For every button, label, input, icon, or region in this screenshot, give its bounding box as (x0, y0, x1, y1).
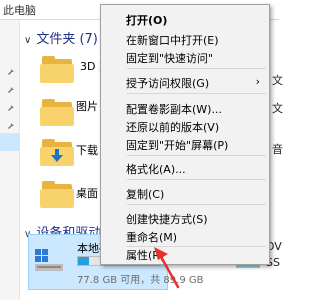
folder-icon[interactable] (40, 138, 76, 168)
menu-item-pin-quick-access[interactable]: 固定到"快速访问" (102, 47, 268, 67)
menu-separator (127, 155, 266, 156)
download-arrow-icon (50, 149, 64, 166)
nav-item[interactable] (0, 96, 20, 114)
breadcrumb[interactable]: 此电脑 (3, 2, 36, 18)
menu-separator (127, 204, 266, 205)
folder-icon[interactable] (40, 180, 76, 210)
nav-item-selected[interactable] (0, 133, 20, 151)
drive-icon (35, 249, 63, 271)
menu-item-open[interactable]: 打开(O) (102, 9, 268, 29)
drive-usage-fill (78, 257, 89, 265)
nav-item[interactable] (0, 114, 20, 132)
menu-item-pin-start[interactable]: 固定到"开始"屏幕(P) (102, 134, 268, 154)
pin-icon (7, 101, 15, 111)
menu-separator (127, 68, 266, 69)
submenu-arrow-icon: › (255, 75, 260, 88)
nav-item[interactable] (0, 60, 20, 78)
menu-item-format[interactable]: 格式化(A)... (102, 158, 268, 178)
folder-icon[interactable] (40, 55, 76, 85)
group-header-folders[interactable]: ∨ 文件夹 (7) (24, 28, 98, 47)
menu-item-copy[interactable]: 复制(C) (102, 183, 268, 203)
folder-label[interactable]: 图片 (76, 98, 98, 114)
folder-label[interactable]: 下载 (76, 142, 98, 158)
pin-icon (7, 83, 15, 93)
folder-icon[interactable] (40, 98, 76, 128)
menu-item-rename[interactable]: 重命名(M) (102, 226, 268, 246)
chevron-down-icon: ∨ (24, 35, 32, 46)
folder-label[interactable]: 音 (272, 141, 283, 157)
pin-icon (7, 119, 15, 129)
menu-separator (127, 93, 266, 94)
menu-item-open-new-window[interactable]: 在新窗口中打开(E) (102, 29, 268, 49)
pin-icon (7, 65, 15, 75)
folder-label[interactable]: 文 (272, 72, 283, 88)
annotation-arrow-icon (150, 245, 190, 291)
context-menu: 打开(O) 在新窗口中打开(E) 固定到"快速访问" 授予访问权限(G) › 配置… (100, 4, 270, 265)
menu-item-shadow-copies[interactable]: 配置卷影副本(W)... (102, 98, 268, 118)
navigation-pane (0, 20, 20, 300)
menu-item-create-shortcut[interactable]: 创建快捷方式(S) (102, 208, 268, 228)
folder-label[interactable]: 文 (272, 100, 283, 116)
menu-item-restore-versions[interactable]: 还原以前的版本(V) (102, 116, 268, 136)
menu-item-give-access[interactable]: 授予访问权限(G) › (102, 72, 268, 92)
menu-separator (127, 179, 266, 180)
folder-label[interactable]: 桌面 (76, 185, 98, 201)
nav-item[interactable] (0, 78, 20, 96)
